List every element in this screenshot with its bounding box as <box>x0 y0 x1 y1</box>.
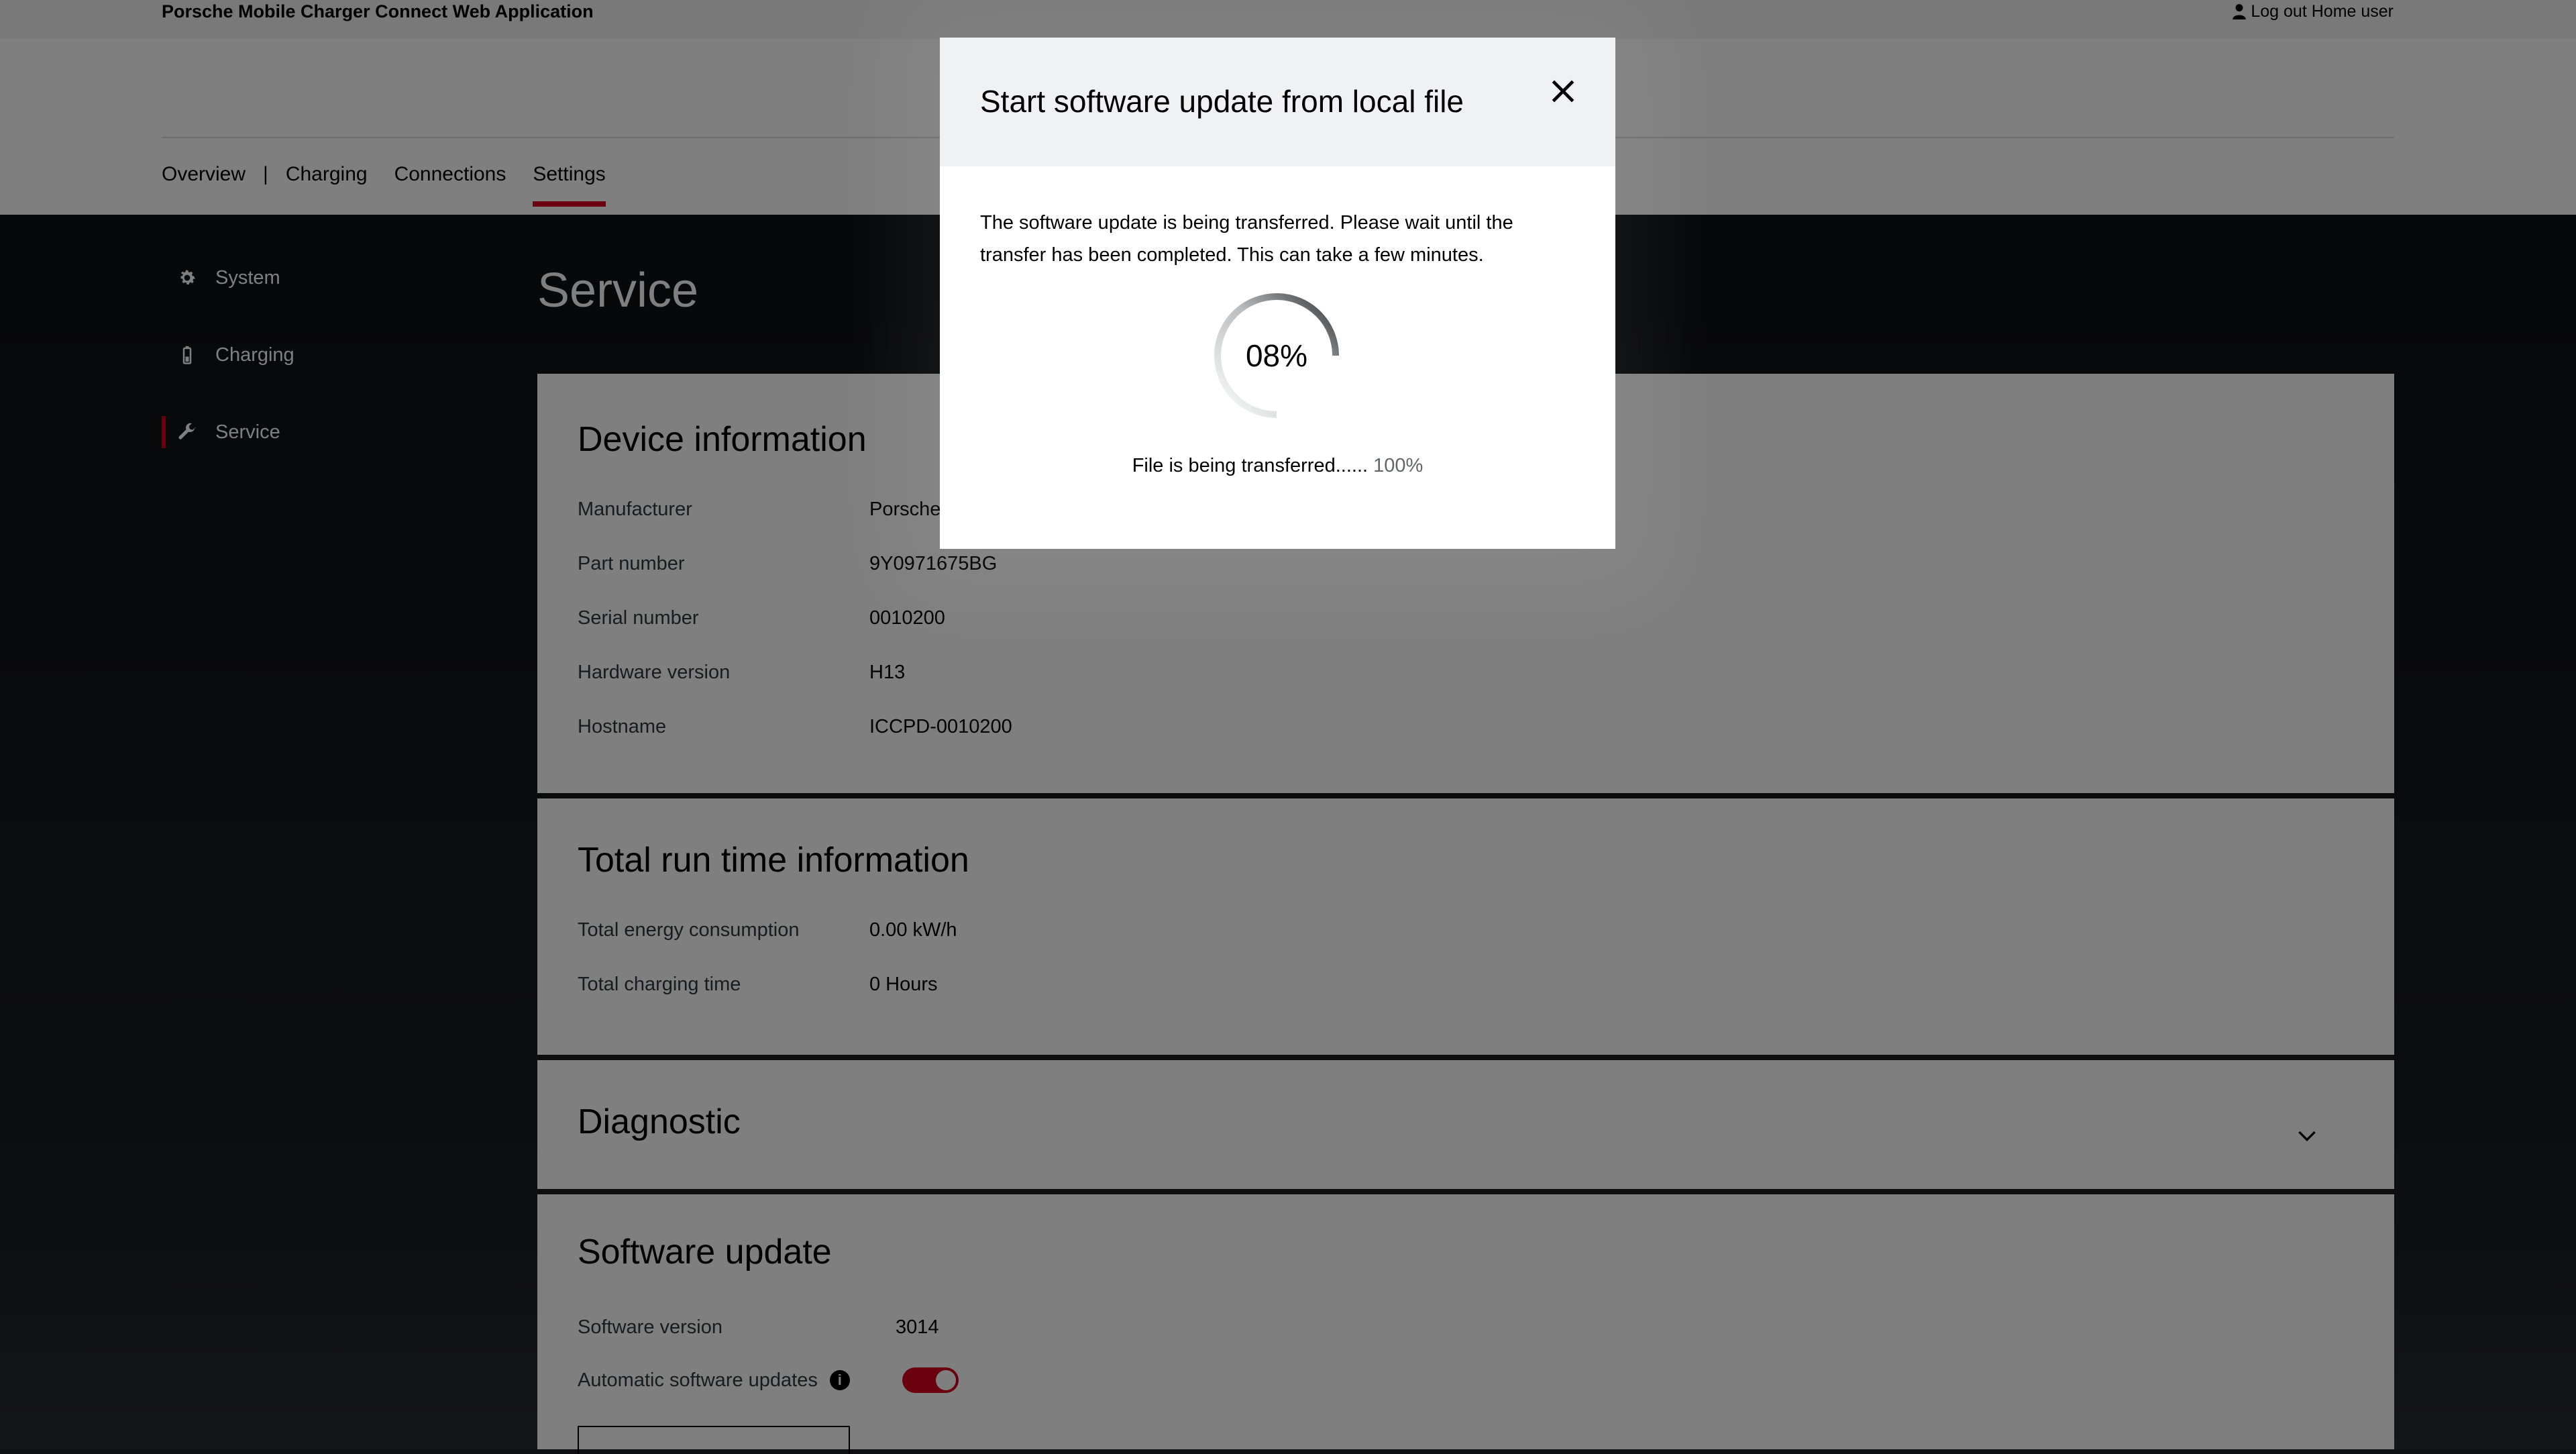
progress-spinner: 08% <box>1210 289 1344 423</box>
status-percent: 100% <box>1373 455 1424 476</box>
transfer-status: File is being transferred...... 100% <box>940 455 1615 477</box>
modal-header: Start software update from local file <box>940 38 1615 166</box>
update-modal: Start software update from local file Th… <box>940 38 1615 549</box>
modal-message: The software update is being transferred… <box>980 212 1513 266</box>
spinner-percent: 08% <box>1245 338 1308 373</box>
modal-title: Start software update from local file <box>980 84 1464 119</box>
close-icon[interactable] <box>1548 76 1578 106</box>
status-label: File is being transferred...... <box>1132 455 1368 476</box>
